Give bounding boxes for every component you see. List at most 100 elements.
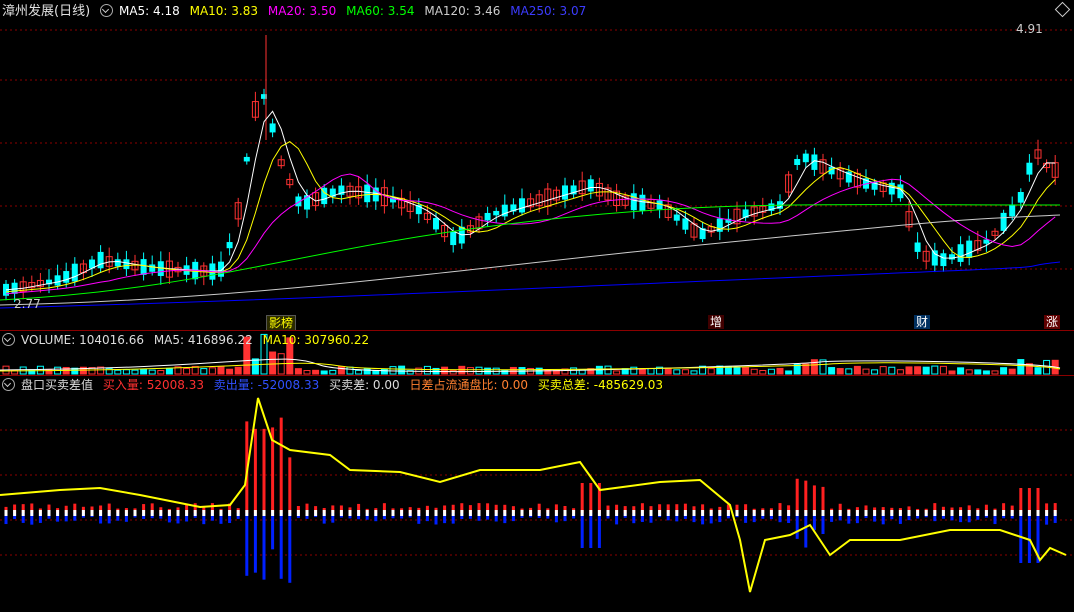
volume-bar [982,370,990,375]
diff-marker [976,510,980,516]
diff-marker [64,510,68,516]
volume-bar [974,369,982,375]
candle-body [433,218,439,230]
event-tag-3[interactable]: 财 [914,315,931,329]
diff-marker [830,510,834,516]
diff-marker [572,510,576,516]
candle-body [519,198,525,213]
volume-bar [183,367,191,375]
volume-bar [1008,368,1016,375]
diff-marker [279,510,283,516]
diff-marker [967,510,971,516]
volume-bar [664,367,672,375]
diff-marker [167,510,171,516]
diff-marker [563,510,567,516]
volume-bar [544,369,552,375]
diff-marker [795,510,799,516]
sell-bar [589,513,593,548]
event-tag-2[interactable]: 增 [708,315,725,329]
diff-marker [623,510,627,516]
diff-marker [73,510,77,516]
volume-value: VOLUME: 104016.66 [21,333,144,347]
sell-bar [288,513,292,583]
diff-marker [675,510,679,516]
diff-marker [30,510,34,516]
diff-marker [520,510,524,516]
volume-bar [939,365,947,375]
diff-marker [322,510,326,516]
buy-bar [589,483,593,513]
diff-marker [933,510,937,516]
candle-body [11,282,18,294]
diff-marker [374,510,378,516]
candle-body [587,179,594,192]
event-tag-1[interactable]: 影榜 [266,315,297,331]
sell-bar [804,513,808,548]
volume-bar [131,369,139,375]
diff-marker [761,510,765,516]
diff-marker [253,510,257,516]
diff-marker [124,510,128,516]
diff-marker [107,510,111,516]
buy-sell-diff: 买卖差: 0.00 [329,378,400,392]
volume-bar [475,366,483,375]
diff-marker [116,510,120,516]
candle-body [957,244,964,262]
diff-marker [916,510,920,516]
diff-marker [855,510,859,516]
high-price-label: 4.91 [1016,22,1043,36]
indicator-toggle-icon[interactable] [2,378,15,391]
diff-marker [1045,510,1049,516]
candle-body [54,275,61,286]
diff-marker [486,510,490,516]
diff-marker [881,510,885,516]
sell-bar [597,513,601,548]
volume-bar [828,367,836,375]
diff-marker [296,510,300,516]
low-price-label: 2.77 [14,297,41,311]
diff-marker [658,510,662,516]
diff-marker [21,510,25,516]
diff-marker [838,510,842,516]
panel-separator-2 [0,375,1074,376]
volume-bar [269,351,277,375]
diff-marker [210,510,214,516]
candle-body [630,193,637,211]
chart-canvas[interactable] [0,0,1074,612]
diff-marker [443,510,447,516]
diff-marker [193,510,197,516]
volume-bar [879,366,887,375]
diff-marker [262,510,266,516]
diff-ratio: 日差占流通盘比: 0.00 [409,378,529,392]
buy-bar [288,457,292,513]
event-tag-4[interactable]: 涨 [1044,315,1061,329]
volume-bar [957,367,965,375]
candle-body [794,158,801,166]
diff-marker [950,510,954,516]
volume-bar [750,368,758,375]
volume-bar [389,366,397,375]
diff-marker [417,510,421,516]
buy-bar [1019,488,1023,513]
candle-body [450,231,457,246]
diff-marker [185,510,189,516]
candle-body [97,251,104,269]
volume-bar [355,369,363,375]
volume-bar [905,366,913,375]
volume-toggle-icon[interactable] [2,333,15,346]
diff-marker [692,510,696,516]
volume-bar [776,367,784,375]
diff-marker [726,510,730,516]
volume-bar [647,368,655,375]
volume-bar [441,366,449,375]
panel-separator-1 [0,330,1074,331]
diff-marker [219,510,223,516]
diff-marker [632,510,636,516]
candle-body [931,250,938,266]
buy-bar [279,417,283,513]
candle-body [484,212,491,221]
volume-bar [380,368,388,375]
diff-marker [580,510,584,516]
diff-marker [804,510,808,516]
diff-marker [236,510,240,516]
